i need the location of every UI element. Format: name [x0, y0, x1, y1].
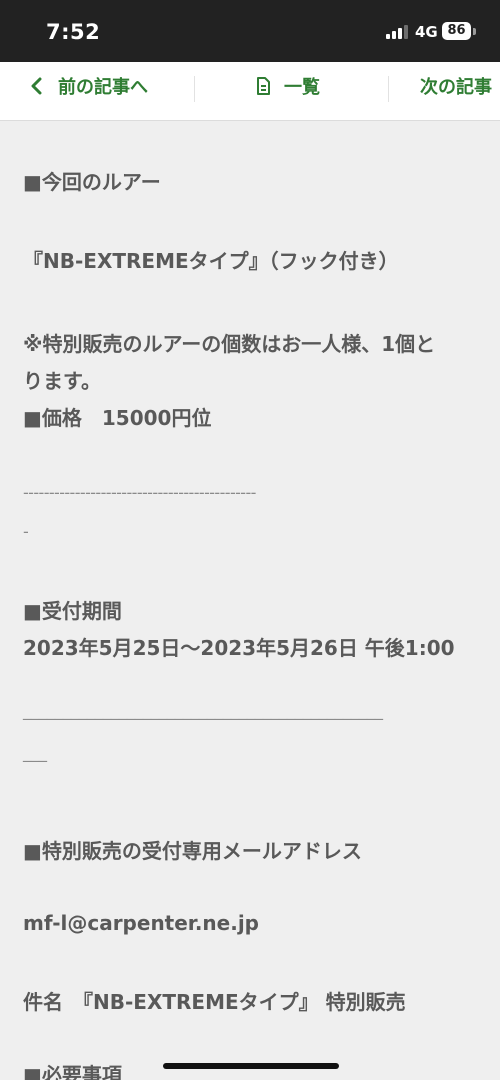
- prev-article-link[interactable]: 前の記事へ: [30, 62, 148, 120]
- status-bar: 7:52 4G 86: [0, 0, 500, 62]
- home-indicator[interactable]: [163, 1063, 339, 1069]
- separator-line: ----------------------------------------…: [23, 483, 256, 502]
- network-type: 4G: [415, 23, 438, 41]
- article-list-label: 一覧: [284, 77, 320, 98]
- screen: 7:52 4G 86 前の記事へ 一覧 次の記事 ■今回のルアー 『NB-EXT…: [0, 0, 500, 1080]
- email-heading: ■特別販売の受付専用メールアドレス: [23, 839, 362, 863]
- nav-divider: [388, 76, 389, 102]
- document-icon: [257, 77, 270, 95]
- status-time: 7:52: [46, 20, 101, 44]
- next-article-label: 次の記事: [420, 77, 492, 98]
- required-heading: ■必要事項: [23, 1063, 122, 1080]
- price-line: ■価格 15000円位: [23, 406, 212, 430]
- chevron-left-icon: [31, 77, 42, 95]
- note-text-continued: ります。: [23, 369, 101, 393]
- lure-heading: ■今回のルアー: [23, 170, 161, 194]
- separator-line-tail: -: [23, 522, 29, 541]
- email-address-link[interactable]: mf-l@carpenter.ne.jp: [23, 911, 259, 935]
- next-article-link[interactable]: 次の記事: [420, 62, 492, 120]
- underscore-separator: ________________________________________…: [23, 701, 383, 720]
- note-text: ※特別販売のルアーの個数はお一人様、1個と: [23, 332, 436, 356]
- underscore-separator-tail: ___: [23, 743, 47, 762]
- battery-tip: [473, 28, 476, 35]
- prev-article-label: 前の記事へ: [58, 77, 148, 98]
- lure-name: 『NB-EXTREMEタイプ』（フック付き）: [23, 249, 399, 273]
- nav-divider: [194, 76, 195, 102]
- article-body: ■今回のルアー 『NB-EXTREMEタイプ』（フック付き） ※特別販売のルアー…: [0, 121, 500, 1080]
- email-subject: 件名 『NB-EXTREMEタイプ』 特別販売: [23, 990, 406, 1014]
- article-list-link[interactable]: 一覧: [256, 62, 320, 120]
- period-heading: ■受付期間: [23, 599, 122, 623]
- article-nav-bar: 前の記事へ 一覧 次の記事: [0, 62, 500, 121]
- cellular-signal-icon: [386, 25, 410, 39]
- period-value: 2023年5月25日〜2023年5月26日 午後1:00: [23, 636, 455, 660]
- battery-icon: 86: [442, 22, 471, 40]
